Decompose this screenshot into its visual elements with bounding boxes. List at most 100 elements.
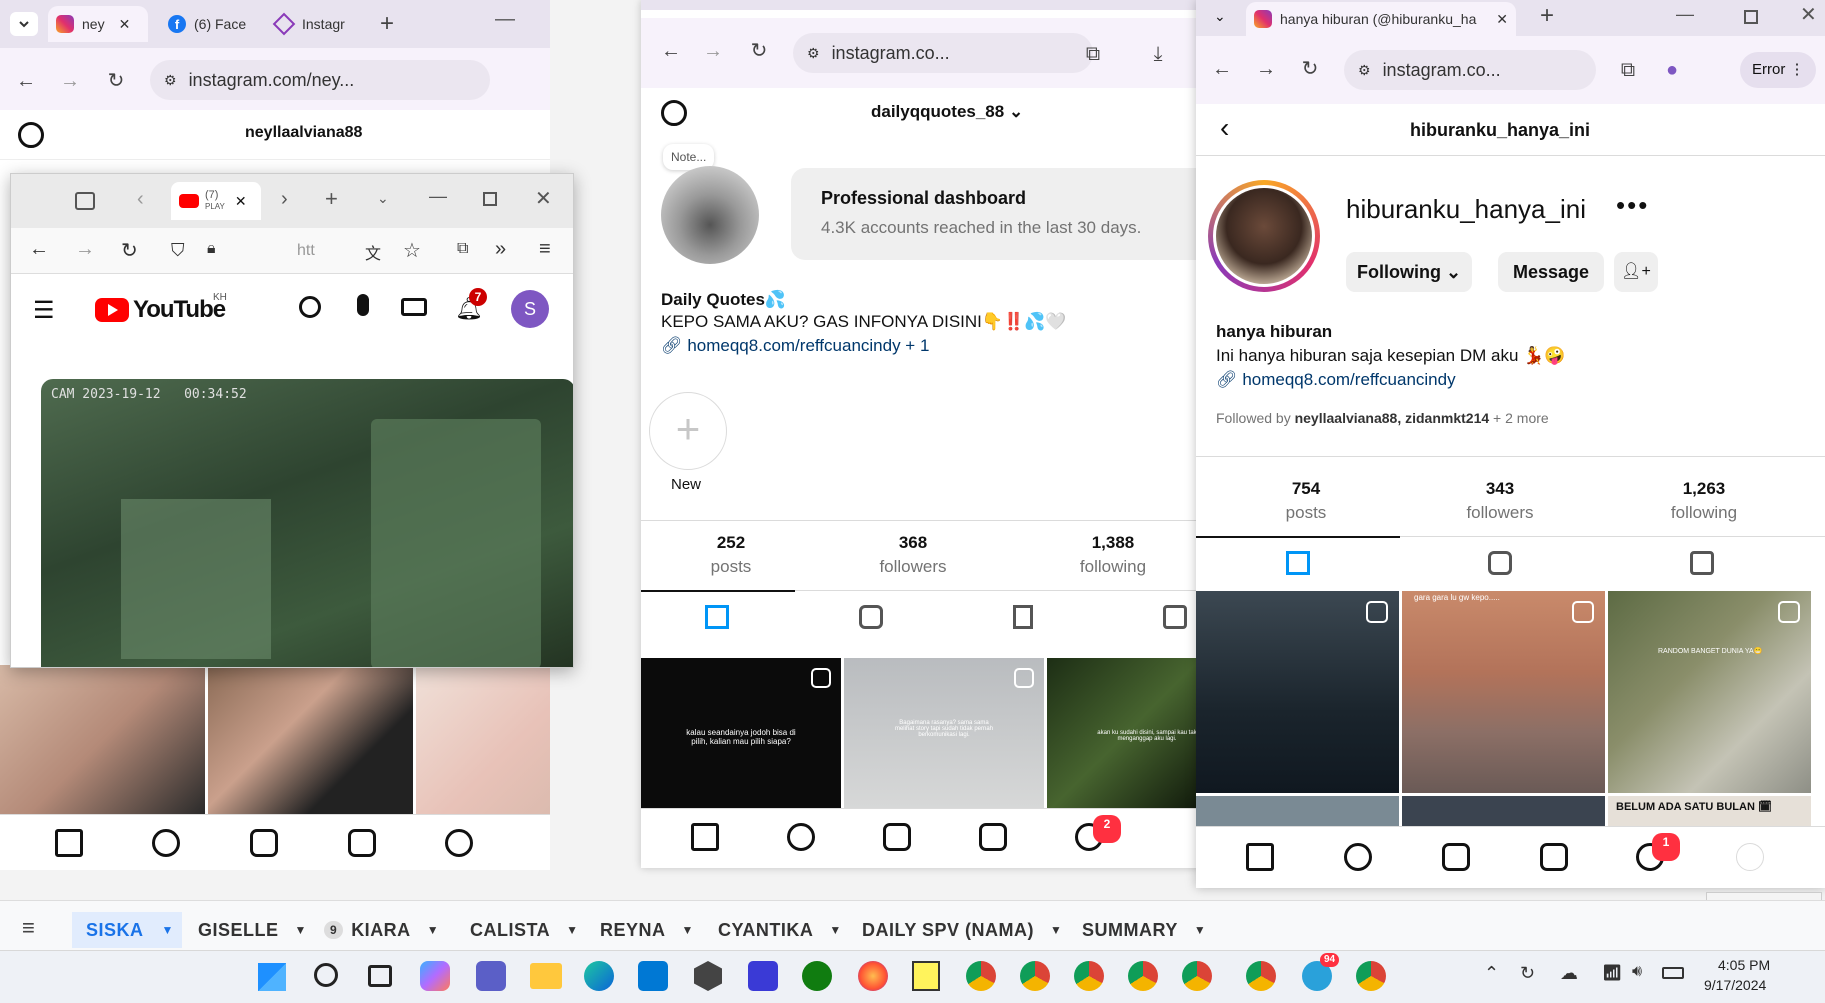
address-bar[interactable]: ⚙ instagram.co... (793, 33, 1093, 73)
search-icon[interactable] (314, 963, 338, 987)
scroll-left-icon[interactable]: ‹ (137, 188, 144, 211)
sheet-tab-giselle[interactable]: GISELLE ▼ (198, 912, 307, 948)
url-fragment[interactable]: htt (297, 242, 315, 260)
suggest-people-button[interactable]: 👤︎+ (1614, 252, 1658, 292)
reels-icon[interactable] (1442, 843, 1470, 871)
file-explorer-icon[interactable] (530, 963, 562, 989)
extensions-icon[interactable]: ⧉ (1616, 58, 1640, 82)
tab-search-icon[interactable] (10, 12, 38, 36)
hamburger-menu-icon[interactable]: ☰ (33, 296, 55, 325)
battery-icon[interactable] (1662, 967, 1684, 979)
xbox-icon[interactable] (802, 961, 832, 991)
close-icon[interactable]: ✕ (119, 16, 131, 33)
chrome-icon[interactable] (966, 961, 996, 991)
create-icon[interactable] (979, 823, 1007, 851)
clock-time[interactable]: 4:05 PM (1718, 957, 1770, 973)
reels-icon[interactable] (859, 605, 883, 629)
post-thumbnail[interactable]: Bagaimana rasanya? sama sama melihat sto… (844, 658, 1044, 808)
task-view-icon[interactable] (368, 965, 392, 987)
app-icon[interactable] (694, 961, 722, 991)
teams-icon[interactable] (476, 961, 506, 991)
sync-icon[interactable]: ↻ (1520, 963, 1535, 984)
edge-icon[interactable] (584, 961, 614, 991)
reels-icon[interactable] (883, 823, 911, 851)
chrome-icon[interactable] (1182, 961, 1212, 991)
maximize-icon[interactable] (1744, 10, 1758, 24)
sheet-tab-reyna[interactable]: REYNA ▼ (600, 912, 694, 948)
close-window-icon[interactable]: ✕ (535, 186, 552, 211)
grid-icon[interactable] (705, 605, 729, 629)
minimize-icon[interactable]: — (495, 8, 515, 31)
site-info-icon[interactable]: ⚙ (807, 45, 820, 62)
tab-instagram-2[interactable]: Instagr (268, 6, 368, 42)
site-info-icon[interactable]: ⚙ (1358, 62, 1371, 79)
post-thumbnail[interactable] (416, 665, 550, 815)
tagged-icon[interactable] (1690, 551, 1714, 575)
tab-instagram[interactable]: ney ✕ (48, 6, 148, 42)
bio-link[interactable]: 🔗︎ homeqq8.com/reffcuancindy (1216, 370, 1456, 390)
followed-by[interactable]: Followed by neyllaalviana88, zidanmkt214… (1216, 410, 1549, 426)
followers-stat[interactable]: 368 followers (863, 531, 963, 579)
forward-icon[interactable]: → (58, 69, 82, 93)
wifi-icon[interactable]: 📶︎ (1602, 963, 1622, 983)
post-thumbnail[interactable]: kalau seandainya jodoh bisa di pilih, ka… (641, 658, 841, 808)
chrome-icon[interactable] (1020, 961, 1050, 991)
more-options-icon[interactable]: ••• (1616, 190, 1649, 221)
followers-stat[interactable]: 343 followers (1450, 477, 1550, 525)
firefox-icon[interactable] (858, 961, 888, 991)
messenger-icon[interactable] (445, 829, 473, 857)
post-thumbnail[interactable]: akan ku sudahi disini, sampai kau tak me… (1047, 658, 1201, 808)
reels-icon[interactable] (1488, 551, 1512, 575)
tab-search-icon[interactable]: ⌄ (1214, 8, 1226, 25)
bookmark-star-icon[interactable]: ☆ (403, 238, 421, 263)
ig-username[interactable]: dailyqquotes_88 ⌄ (871, 102, 1023, 122)
scroll-right-icon[interactable]: › (281, 188, 288, 211)
following-stat[interactable]: 1,263 following (1654, 477, 1754, 525)
forward-icon[interactable]: → (75, 238, 95, 261)
home-icon[interactable] (55, 829, 83, 857)
bio-link[interactable]: 🔗︎ homeqq8.com/reffcuancindy + 1 (661, 336, 929, 356)
message-button[interactable]: Message (1498, 252, 1604, 292)
site-info-icon[interactable]: ⚙ (164, 72, 177, 89)
chrome-icon[interactable] (1246, 961, 1276, 991)
new-tab-icon[interactable]: + (325, 186, 338, 212)
sheet-tab-cyantika[interactable]: CYANTIKA ▼ (718, 912, 842, 948)
back-icon[interactable]: ← (659, 39, 683, 63)
tab-facebook[interactable]: f (6) Face (160, 6, 260, 42)
post-thumbnail[interactable]: gara gara lu gw kepo..... (1402, 591, 1605, 793)
create-video-icon[interactable] (401, 298, 427, 316)
back-icon[interactable]: ← (14, 69, 38, 93)
new-tab-icon[interactable]: + (380, 10, 394, 38)
close-icon[interactable]: ✕ (235, 193, 247, 210)
post-thumbnail[interactable]: RANDOM BANGET DUNIA YA😁 (1608, 591, 1811, 793)
reload-icon[interactable]: ↻ (1298, 57, 1322, 81)
close-icon[interactable]: ✕ (1496, 11, 1508, 28)
settings-icon[interactable] (18, 122, 44, 148)
grid-icon[interactable] (1286, 551, 1310, 575)
saved-icon[interactable] (1013, 605, 1033, 629)
more-tools-icon[interactable]: » (495, 238, 506, 261)
reels-icon[interactable] (250, 829, 278, 857)
post-thumbnail[interactable]: BELUM ADA SATU BULAN 🗓 (1608, 796, 1811, 826)
profile-icon[interactable]: ● (1660, 58, 1684, 82)
youtube-video-player[interactable]: CAM 2023-19-12 00:34:52 (41, 379, 573, 667)
address-bar[interactable]: ⚙ instagram.co... (1344, 50, 1596, 90)
posts-stat[interactable]: 754 posts (1256, 477, 1356, 525)
download-icon[interactable]: ⤓ (1146, 42, 1170, 66)
new-highlight-button[interactable]: + (649, 392, 727, 470)
copilot-icon[interactable] (420, 961, 450, 991)
home-icon[interactable] (1246, 843, 1274, 871)
ig-username[interactable]: neyllaalviana88 (245, 124, 362, 142)
reload-icon[interactable]: ↻ (121, 238, 138, 263)
store-icon[interactable] (638, 961, 668, 991)
create-icon[interactable] (348, 829, 376, 857)
reload-icon[interactable]: ↻ (104, 69, 128, 93)
post-thumbnail[interactable] (1196, 591, 1399, 793)
post-thumbnail[interactable] (0, 665, 205, 815)
explore-icon[interactable] (787, 823, 815, 851)
app-icon[interactable] (748, 961, 778, 991)
posts-stat[interactable]: 252 posts (681, 531, 781, 579)
back-arrow-icon[interactable]: ‹ (1220, 112, 1229, 144)
chrome-icon[interactable] (1356, 961, 1386, 991)
all-sheets-menu-icon[interactable]: ≡ (22, 915, 35, 941)
